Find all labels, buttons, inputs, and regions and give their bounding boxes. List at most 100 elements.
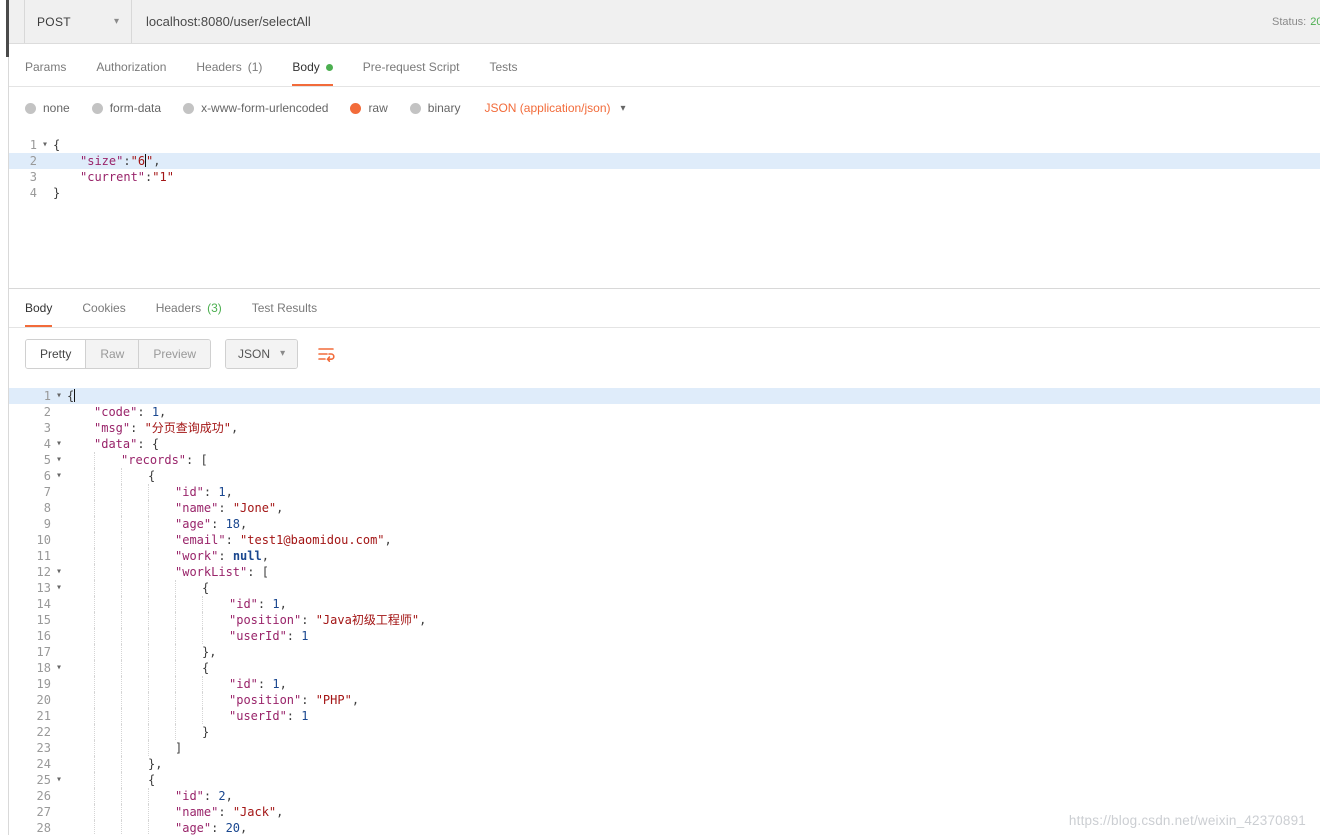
code-token: "msg" <box>94 421 130 435</box>
response-code-line[interactable]: 25▾{ <box>9 772 1320 788</box>
indent-guide <box>94 548 121 564</box>
indent-guide <box>67 532 94 548</box>
indent-guide <box>148 532 175 548</box>
fold-caret-icon[interactable]: ▾ <box>51 468 67 484</box>
line-content: }, <box>67 756 1320 772</box>
response-code-line[interactable]: 12▾"workList": [ <box>9 564 1320 580</box>
response-code-line[interactable]: 26"id": 2, <box>9 788 1320 804</box>
format-select[interactable]: JSON ▾ <box>226 340 297 368</box>
response-code-line[interactable]: 1▾{ <box>9 388 1320 404</box>
indent-guide <box>94 756 121 772</box>
indent-guide <box>94 564 121 580</box>
response-code-line[interactable]: 7"id": 1, <box>9 484 1320 500</box>
wrap-text-button[interactable] <box>312 340 340 368</box>
response-code-line[interactable]: 14"id": 1, <box>9 596 1320 612</box>
response-code-line[interactable]: 18▾{ <box>9 660 1320 676</box>
request-tab-tests[interactable]: Tests <box>489 60 517 86</box>
response-code-line[interactable]: 9"age": 18, <box>9 516 1320 532</box>
radio-icon <box>25 103 36 114</box>
line-number: 21 <box>9 708 51 724</box>
request-tab-headers[interactable]: Headers(1) <box>196 60 262 86</box>
line-number: 10 <box>9 532 51 548</box>
response-body-editor[interactable]: 1▾{2"code": 1,3"msg": "分页查询成功",4▾"data":… <box>9 380 1320 835</box>
indent-guide <box>94 644 121 660</box>
body-mode-x-www-form-urlencoded[interactable]: x-www-form-urlencoded <box>183 101 328 115</box>
indent-guide <box>67 548 94 564</box>
request-code-line[interactable]: 4} <box>9 185 1320 201</box>
fold-spacer <box>51 500 67 516</box>
response-code-line[interactable]: 20"position": "PHP", <box>9 692 1320 708</box>
fold-caret-icon[interactable]: ▾ <box>51 580 67 596</box>
fold-caret-icon[interactable]: ▾ <box>51 772 67 788</box>
response-code-line[interactable]: 10"email": "test1@baomidou.com", <box>9 532 1320 548</box>
view-mode-pretty[interactable]: Pretty <box>26 340 86 368</box>
view-mode-preview[interactable]: Preview <box>139 340 210 368</box>
page-scrollbar[interactable] <box>0 0 9 835</box>
line-content: "id": 2, <box>67 788 1320 804</box>
scrollbar-thumb[interactable] <box>6 0 9 57</box>
response-code-line[interactable]: 3"msg": "分页查询成功", <box>9 420 1320 436</box>
request-tab-pre-request-script[interactable]: Pre-request Script <box>363 60 460 86</box>
response-code-line[interactable]: 21"userId": 1 <box>9 708 1320 724</box>
response-code-line[interactable]: 24}, <box>9 756 1320 772</box>
request-code-line[interactable]: 3"current":"1" <box>9 169 1320 185</box>
body-mode-none[interactable]: none <box>25 101 70 115</box>
url-input[interactable]: localhost:8080/user/selectAll <box>132 0 1320 43</box>
response-tab-cookies[interactable]: Cookies <box>82 301 125 327</box>
response-code-line[interactable]: 19"id": 1, <box>9 676 1320 692</box>
body-mode-binary[interactable]: binary <box>410 101 461 115</box>
fold-caret-icon[interactable]: ▾ <box>51 564 67 580</box>
chevron-down-icon: ▾ <box>280 347 285 361</box>
response-code-line[interactable]: 16"userId": 1 <box>9 628 1320 644</box>
fold-caret-icon[interactable]: ▾ <box>51 660 67 676</box>
indent-guide <box>121 532 148 548</box>
body-mode-form-data[interactable]: form-data <box>92 101 161 115</box>
response-code-line[interactable]: 4▾"data": { <box>9 436 1320 452</box>
response-code-line[interactable]: 8"name": "Jone", <box>9 500 1320 516</box>
request-code-line[interactable]: 2"size":"6", <box>9 153 1320 169</box>
response-tab-headers[interactable]: Headers(3) <box>156 301 222 327</box>
fold-caret-icon[interactable]: ▾ <box>51 436 67 452</box>
fold-caret-icon[interactable]: ▾ <box>51 388 67 404</box>
indent-guide <box>202 692 229 708</box>
fold-caret-icon[interactable]: ▾ <box>37 137 53 153</box>
response-code-line[interactable]: 11"work": null, <box>9 548 1320 564</box>
response-tab-test-results[interactable]: Test Results <box>252 301 317 327</box>
code-token: : <box>211 517 225 531</box>
indent-guide <box>121 676 148 692</box>
view-mode-raw[interactable]: Raw <box>86 340 139 368</box>
indent-guide <box>121 484 148 500</box>
indent-guide <box>67 788 94 804</box>
content-type-select[interactable]: JSON (application/json) ▾ <box>484 101 625 115</box>
request-tab-authorization[interactable]: Authorization <box>96 60 166 86</box>
code-token: "workList" <box>175 565 247 579</box>
response-code-line[interactable]: 17}, <box>9 644 1320 660</box>
response-code-line[interactable]: 2"code": 1, <box>9 404 1320 420</box>
indent-guide <box>121 708 148 724</box>
fold-spacer <box>51 404 67 420</box>
indent-guide <box>148 564 175 580</box>
indent-guide <box>121 500 148 516</box>
fold-spacer <box>37 153 53 169</box>
body-active-dot-icon <box>326 64 333 71</box>
response-tabs: Body Cookies Headers(3) Test Results <box>9 289 1320 328</box>
code-token: { <box>148 469 155 483</box>
request-body-editor[interactable]: 1▾{2"size":"6",3"current":"1"4} <box>9 129 1320 289</box>
code-token: "size" <box>80 154 123 168</box>
body-mode-raw[interactable]: raw <box>350 101 387 115</box>
request-tab-params[interactable]: Params <box>25 60 66 86</box>
response-code-line[interactable]: 5▾"records": [ <box>9 452 1320 468</box>
response-code-line[interactable]: 6▾{ <box>9 468 1320 484</box>
indent-guide <box>121 804 148 820</box>
response-code-line[interactable]: 22} <box>9 724 1320 740</box>
response-code-line[interactable]: 15"position": "Java初级工程师", <box>9 612 1320 628</box>
method-select[interactable]: POST ▾ <box>24 0 132 43</box>
indent-guide <box>94 516 121 532</box>
response-tab-body[interactable]: Body <box>25 301 52 327</box>
response-code-line[interactable]: 13▾{ <box>9 580 1320 596</box>
response-code-line[interactable]: 23] <box>9 740 1320 756</box>
request-code-line[interactable]: 1▾{ <box>9 137 1320 153</box>
fold-caret-icon[interactable]: ▾ <box>51 452 67 468</box>
indent-guide <box>67 484 94 500</box>
request-tab-body[interactable]: Body <box>292 60 332 86</box>
